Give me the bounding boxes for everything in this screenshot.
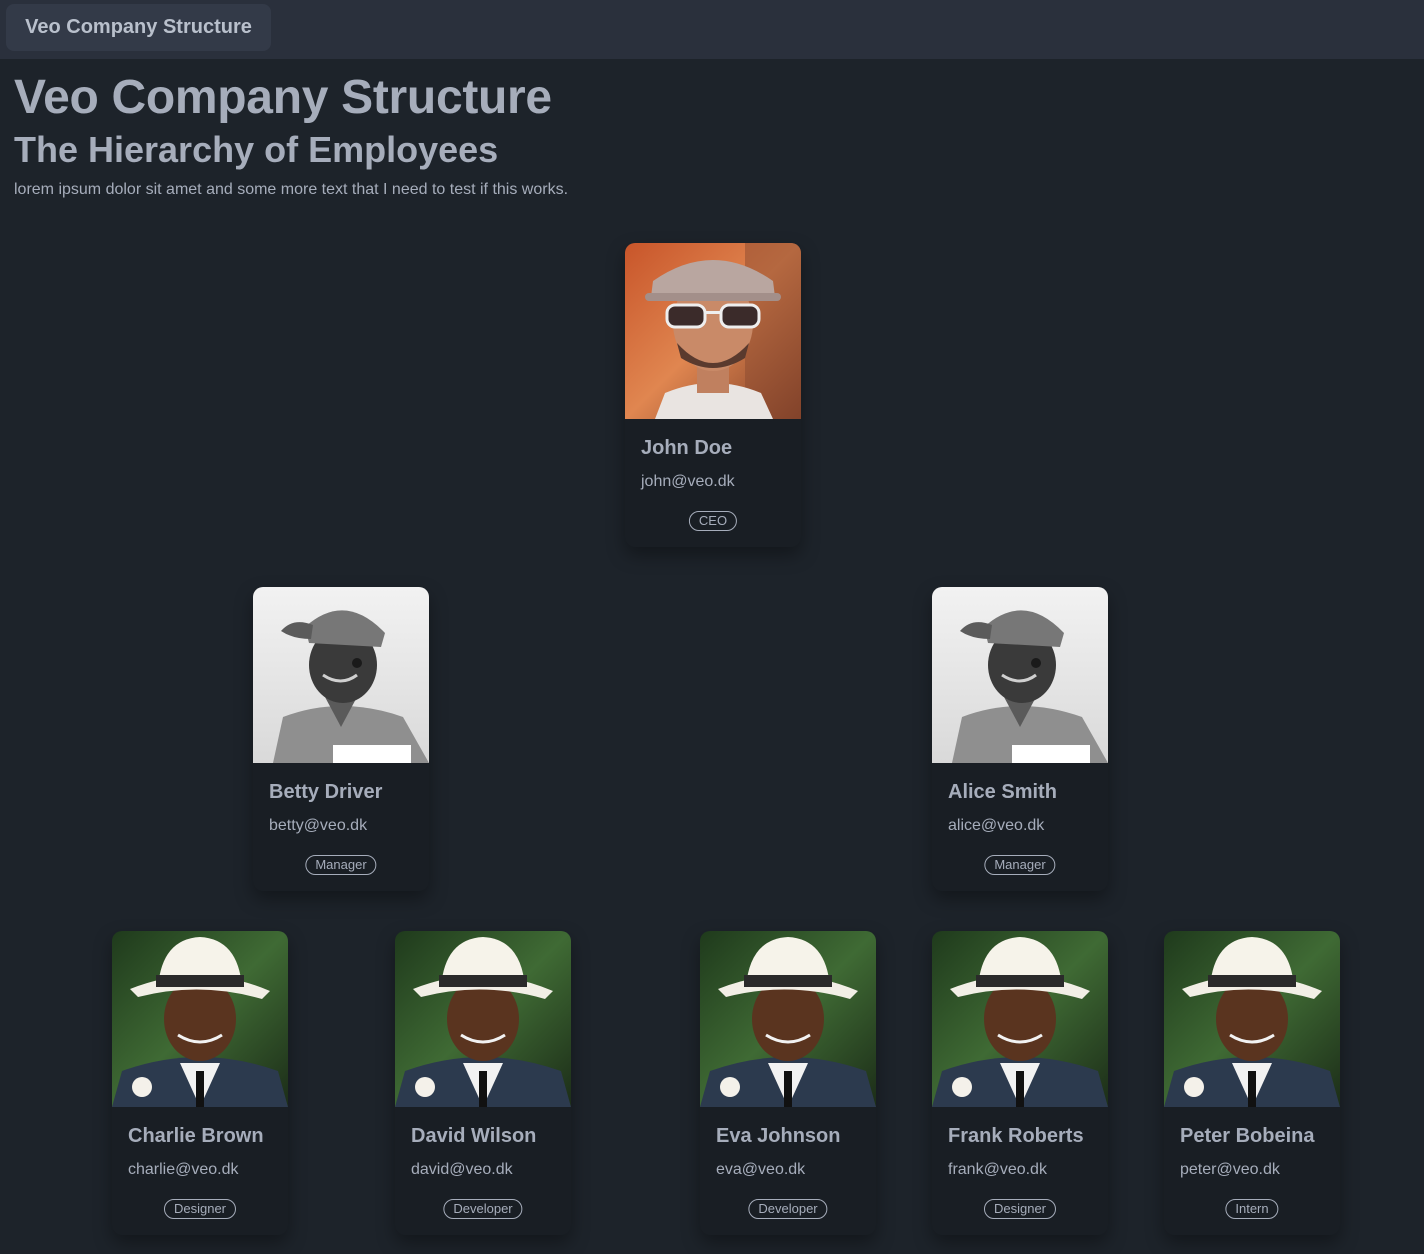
young-man-cap-bw-photo: [932, 587, 1108, 763]
man-sunglasses-cap-photo: [625, 243, 801, 419]
page-description: lorem ipsum dolor sit amet and some more…: [14, 181, 569, 198]
employee-card-peter-bobeina[interactable]: Peter Bobeina peter@veo.dk Intern: [1164, 931, 1340, 1235]
employee-name: Peter Bobeina: [1180, 1125, 1315, 1147]
employee-card-alice-smith[interactable]: Alice Smith alice@veo.dk Manager: [932, 587, 1108, 891]
role-badge: CEO: [688, 511, 738, 531]
employee-card-betty-driver[interactable]: Betty Driver betty@veo.dk Manager: [253, 587, 429, 891]
man-white-hat-suit-photo: [932, 931, 1108, 1107]
employee-name: John Doe: [641, 437, 733, 459]
navbar: Veo Company Structure: [0, 0, 1424, 59]
employee-name: Betty Driver: [269, 781, 383, 803]
employee-name: Frank Roberts: [948, 1125, 1084, 1147]
employee-email: peter@veo.dk: [1180, 1161, 1280, 1178]
page-subtitle: The Hierarchy of Employees: [14, 129, 499, 170]
role-badge: Developer: [443, 1199, 523, 1219]
employee-card-charlie-brown[interactable]: Charlie Brown charlie@veo.dk Designer: [112, 931, 288, 1235]
employee-card-frank-roberts[interactable]: Frank Roberts frank@veo.dk Designer: [932, 931, 1108, 1235]
employee-email: eva@veo.dk: [716, 1161, 806, 1178]
employee-email: frank@veo.dk: [948, 1161, 1047, 1178]
role-badge: Developer: [748, 1199, 828, 1219]
role-badge: Designer: [983, 1199, 1057, 1219]
employee-name: David Wilson: [411, 1125, 537, 1147]
page-title: Veo Company Structure: [14, 71, 552, 124]
employee-email: alice@veo.dk: [948, 817, 1045, 834]
role-badge: Manager: [305, 855, 377, 875]
employee-card-john-doe[interactable]: John Doe john@veo.dk CEO: [625, 243, 801, 547]
role-badge: Designer: [163, 1199, 237, 1219]
man-white-hat-suit-photo: [395, 931, 571, 1107]
employee-email: charlie@veo.dk: [128, 1161, 239, 1178]
employee-email: betty@veo.dk: [269, 817, 368, 834]
employee-card-eva-johnson[interactable]: Eva Johnson eva@veo.dk Developer: [700, 931, 876, 1235]
man-white-hat-suit-photo: [700, 931, 876, 1107]
man-white-hat-suit-photo: [112, 931, 288, 1107]
employee-email: john@veo.dk: [641, 473, 735, 490]
employee-name: Alice Smith: [948, 781, 1057, 803]
employee-email: david@veo.dk: [411, 1161, 513, 1178]
role-badge: Intern: [1225, 1199, 1279, 1219]
brand-button[interactable]: Veo Company Structure: [6, 4, 271, 51]
employee-card-david-wilson[interactable]: David Wilson david@veo.dk Developer: [395, 931, 571, 1235]
employee-name: Eva Johnson: [716, 1125, 841, 1147]
man-white-hat-suit-photo: [1164, 931, 1340, 1107]
young-man-cap-bw-photo: [253, 587, 429, 763]
role-badge: Manager: [984, 855, 1056, 875]
employee-name: Charlie Brown: [128, 1125, 264, 1147]
